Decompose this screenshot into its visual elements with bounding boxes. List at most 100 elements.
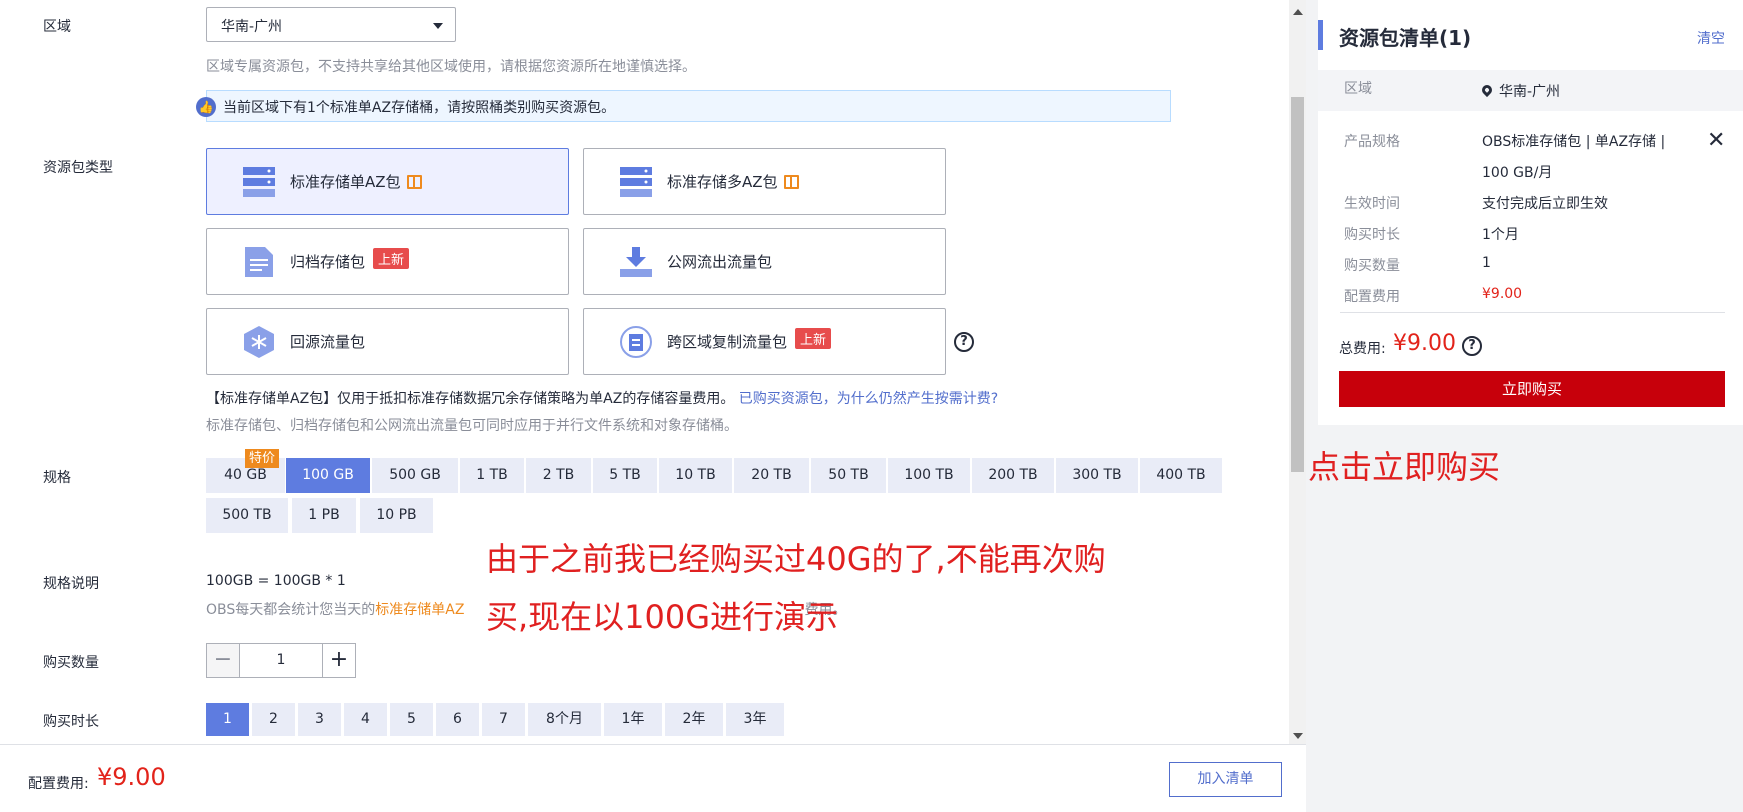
cart-row-value: ¥9.00 bbox=[1482, 286, 1523, 302]
spec-option[interactable]: 10 TB bbox=[659, 458, 732, 493]
spec-option[interactable]: 500 TB bbox=[206, 498, 288, 533]
duration-option[interactable]: 5 bbox=[390, 703, 433, 736]
buy-now-button[interactable]: 立即购买 bbox=[1339, 371, 1725, 407]
spec-option[interactable]: 1 TB bbox=[460, 458, 524, 493]
spec-note-hint-a: OBS每天都会统计您当天的 bbox=[206, 602, 376, 618]
region-label: 区域 bbox=[43, 19, 71, 35]
bottom-bar: 配置费用: ¥9.00 加入清单 bbox=[0, 744, 1306, 812]
spec-note-value: 100GB = 100GB * 1 bbox=[206, 573, 346, 589]
quantity-input[interactable]: 1 bbox=[240, 644, 322, 677]
cart-row-key: 配置费用 bbox=[1344, 289, 1400, 305]
cart-row-value: 100 GB/月 bbox=[1482, 165, 1553, 181]
scroll-up-icon[interactable] bbox=[1293, 9, 1303, 15]
spec-option[interactable]: 40 GB 特价 bbox=[206, 449, 285, 493]
duration-option[interactable]: 2年 bbox=[665, 703, 723, 736]
scroll-down-icon[interactable] bbox=[1293, 733, 1303, 739]
bucket-notice: 👍 当前区域下有1个标准单AZ存储桶，请按照桶类别购买资源包。 bbox=[196, 90, 1171, 122]
scrollbar[interactable] bbox=[1289, 0, 1306, 744]
duration-option[interactable]: 3年 bbox=[726, 703, 784, 736]
cart-row-key: 购买数量 bbox=[1344, 258, 1400, 274]
plus-icon[interactable]: + bbox=[322, 644, 355, 677]
bucket-notice-text: 当前区域下有1个标准单AZ存储桶，请按照桶类别购买资源包。 bbox=[223, 100, 616, 116]
location-pin-icon bbox=[1479, 82, 1495, 98]
type-card-public-egress[interactable]: 公网流出流量包 bbox=[583, 228, 946, 295]
chevron-down-icon bbox=[433, 23, 443, 29]
spec-option-selected[interactable]: 100 GB bbox=[286, 458, 370, 493]
type-card-name: 回源流量包 bbox=[290, 333, 366, 351]
config-cost-label: 配置费用: bbox=[28, 776, 89, 792]
cart-row-value: 1 bbox=[1482, 255, 1491, 271]
type-sub-hint: 标准存储包、归档存储包和公网流出流量包可同时应用于并行文件系统和对象存储桶。 bbox=[206, 418, 738, 434]
qty-label: 购买数量 bbox=[43, 655, 99, 671]
new-badge: 上新 bbox=[373, 248, 410, 269]
duration-option[interactable]: 1年 bbox=[604, 703, 662, 736]
spec-option[interactable]: 2 TB bbox=[526, 458, 591, 493]
type-card-name: 跨区域复制流量包 bbox=[667, 333, 788, 351]
minus-icon[interactable]: − bbox=[207, 644, 240, 677]
close-icon[interactable]: ✕ bbox=[1707, 128, 1725, 153]
spec-option[interactable]: 5 TB bbox=[593, 458, 657, 493]
type-card-cross-region[interactable]: 跨区域复制流量包 上新 bbox=[583, 308, 946, 375]
help-icon[interactable]: ? bbox=[1462, 336, 1482, 356]
type-card-standard-single-az[interactable]: 标准存储单AZ包 bbox=[206, 148, 569, 215]
region-hint: 区域专属资源包，不支持共享给其他区域使用，请根据您资源所在地谨慎选择。 bbox=[206, 59, 696, 75]
divider bbox=[1340, 312, 1725, 313]
storage-server-icon bbox=[620, 167, 652, 197]
spec-note-label: 规格说明 bbox=[43, 576, 99, 592]
title-accent-bar bbox=[1318, 20, 1323, 50]
spec-option[interactable]: 50 TB bbox=[811, 458, 886, 493]
spec-label: 规格 bbox=[43, 470, 71, 486]
spec-option[interactable]: 400 TB bbox=[1140, 458, 1222, 493]
cart-region-row: 区域 华南-广州 bbox=[1318, 70, 1743, 111]
cart-panel: 资源包清单(1) 清空 区域 华南-广州 产品规格 OBS标准存储包 | 单AZ… bbox=[1318, 0, 1743, 425]
spec-note-hint-b: 标准存储单AZ bbox=[375, 602, 465, 618]
duration-option[interactable]: 2 bbox=[252, 703, 295, 736]
type-card-name: 归档存储包 bbox=[290, 253, 366, 271]
cart-row-key: 购买时长 bbox=[1344, 227, 1400, 243]
annotation-note: 由于之前我已经购买过40G的了,不能再次购买,现在以100G进行演示 bbox=[486, 540, 1106, 636]
type-description-text: 【标准存储单AZ包】仅用于抵扣标准存储数据冗余存储策略为单AZ的存储容量费用。 bbox=[206, 391, 735, 407]
duration-option-selected[interactable]: 1 bbox=[206, 703, 249, 736]
duration-option[interactable]: 8个月 bbox=[528, 703, 601, 736]
type-card-name: 标准存储多AZ包 bbox=[667, 173, 778, 191]
cross-region-icon bbox=[620, 326, 652, 358]
download-traffic-icon bbox=[620, 247, 652, 277]
type-card-standard-multi-az[interactable]: 标准存储多AZ包 bbox=[583, 148, 946, 215]
spec-option[interactable]: 20 TB bbox=[734, 458, 809, 493]
type-card-name: 标准存储单AZ包 bbox=[290, 173, 401, 191]
quantity-stepper: − 1 + bbox=[206, 643, 356, 678]
storage-server-icon bbox=[243, 167, 275, 197]
pay-as-you-go-faq-link[interactable]: 已购买资源包，为什么仍然产生按需计费? bbox=[739, 391, 998, 407]
spec-option[interactable]: 100 TB bbox=[888, 458, 970, 493]
spec-option[interactable]: 1 PB bbox=[292, 498, 356, 533]
spec-option[interactable]: 200 TB bbox=[972, 458, 1054, 493]
type-card-archive[interactable]: 归档存储包 上新 bbox=[206, 228, 569, 295]
cart-row-key: 产品规格 bbox=[1344, 134, 1400, 150]
duration-option[interactable]: 3 bbox=[298, 703, 341, 736]
clear-cart-link[interactable]: 清空 bbox=[1697, 28, 1725, 48]
help-icon[interactable]: ? bbox=[954, 332, 974, 352]
hexagon-traffic-icon bbox=[244, 326, 274, 358]
duration-option[interactable]: 4 bbox=[344, 703, 387, 736]
type-label: 资源包类型 bbox=[43, 160, 113, 176]
spec-option[interactable]: 10 PB bbox=[360, 498, 433, 533]
total-cost-label: 总费用: bbox=[1339, 341, 1386, 357]
config-cost-value: ¥9.00 bbox=[97, 763, 166, 791]
gift-icon bbox=[783, 175, 799, 189]
gift-icon bbox=[406, 175, 422, 189]
cart-title: 资源包清单(1) bbox=[1339, 26, 1472, 50]
new-badge: 上新 bbox=[795, 328, 832, 349]
type-card-origin-traffic[interactable]: 回源流量包 bbox=[206, 308, 569, 375]
spec-option[interactable]: 500 GB bbox=[372, 458, 458, 493]
cart-region-value: 华南-广州 bbox=[1499, 84, 1561, 100]
type-description: 【标准存储单AZ包】仅用于抵扣标准存储数据冗余存储策略为单AZ的存储容量费用。 … bbox=[206, 388, 998, 408]
add-to-list-button[interactable]: 加入清单 bbox=[1169, 762, 1282, 797]
scrollbar-thumb[interactable] bbox=[1291, 97, 1304, 472]
type-card-name: 公网流出流量包 bbox=[667, 253, 773, 271]
cart-row-value: 支付完成后立即生效 bbox=[1482, 196, 1608, 212]
duration-option[interactable]: 7 bbox=[482, 703, 525, 736]
archive-doc-icon bbox=[245, 247, 273, 277]
spec-option[interactable]: 300 TB bbox=[1056, 458, 1138, 493]
duration-option[interactable]: 6 bbox=[436, 703, 479, 736]
region-select[interactable]: 华南-广州 bbox=[206, 7, 456, 42]
